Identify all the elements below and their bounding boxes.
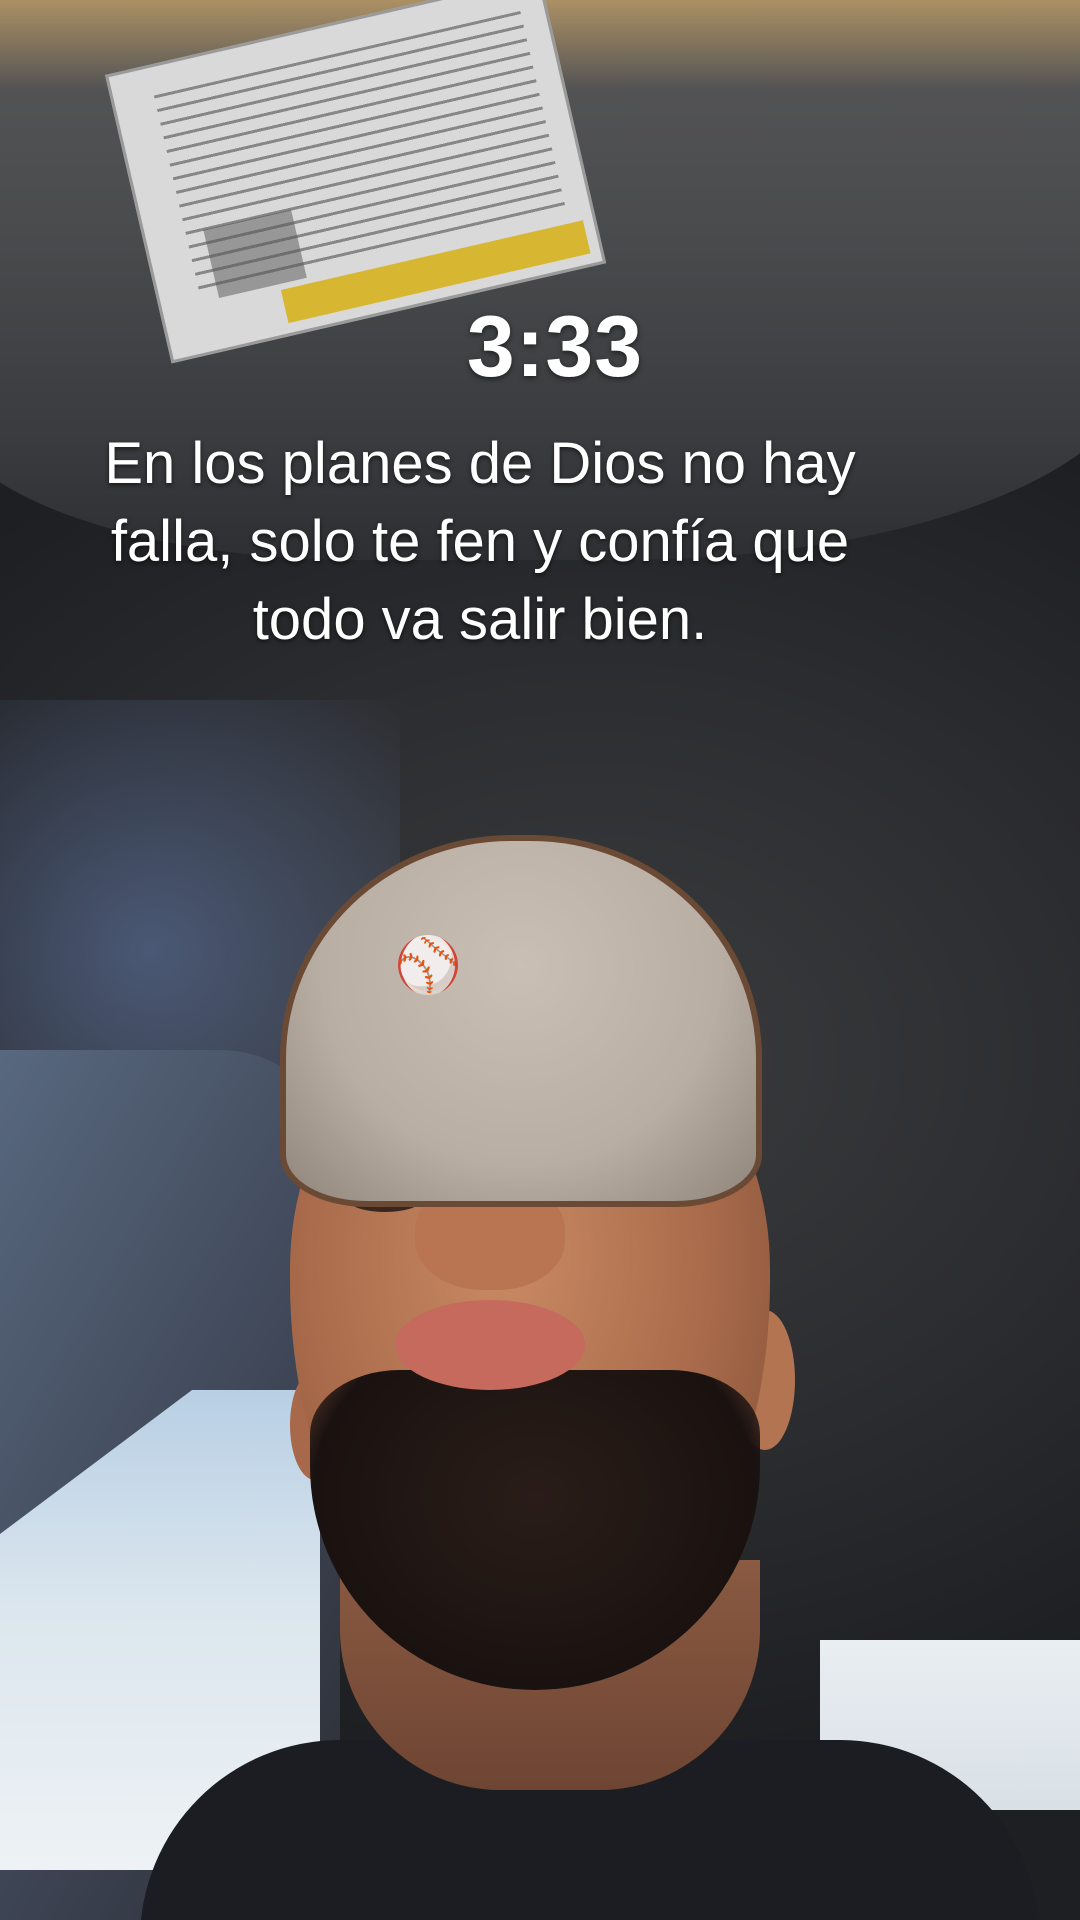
quote-line: todo va salir bien. xyxy=(252,587,708,652)
quote-line: En los planes de Dios no hay xyxy=(104,431,856,496)
quote-line: falla, solo te fen y confía que xyxy=(110,509,850,574)
quote-caption: En los planes de Dios no hay falla, solo… xyxy=(40,425,920,659)
clock-overlay: 3:33 xyxy=(466,299,644,395)
video-frame: ⚾ 3:33 En los planes de Dios no hay fall… xyxy=(0,0,1080,1920)
baseball-icon: ⚾ xyxy=(397,935,459,995)
lips xyxy=(395,1300,585,1390)
